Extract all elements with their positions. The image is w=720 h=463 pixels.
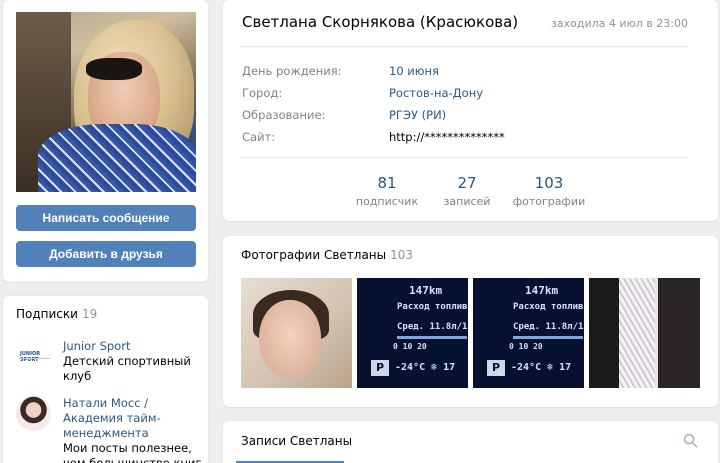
subscriptions-title: Подписки (16, 307, 78, 321)
counter-label: записей (443, 195, 491, 208)
send-message-button[interactable]: Написать сообщение (16, 205, 196, 231)
photos-header[interactable]: Фотографии Светланы 103 (241, 248, 413, 262)
dash-range: 147km (409, 284, 443, 297)
counter-number: 103 (534, 174, 564, 192)
junior-sport-logo[interactable]: JUNIOR SPORT (16, 339, 51, 374)
subscription-text: Натали Мосс / Академия тайм-менеджмента … (63, 396, 203, 463)
divider (241, 157, 688, 158)
info-label: Город: (242, 86, 283, 100)
avatar[interactable] (16, 396, 51, 431)
dash-bar (397, 336, 467, 339)
subscription-item[interactable]: Натали Мосс / Академия тайм-менеджмента … (16, 396, 201, 463)
dash-scale: 0 10 20 (509, 342, 543, 351)
photo-face (259, 300, 321, 378)
profile-info-card: Светлана Скорнякова (Красюкова) заходила… (223, 0, 718, 221)
photos-count: 103 (390, 248, 414, 262)
junior-sport-logo-text: JUNIOR SPORT (20, 351, 41, 363)
info-label: Образование: (242, 108, 326, 122)
photos-block: Фотографии Светланы 103 147km Расход топл… (223, 236, 718, 407)
photos-title: Фотографии Светланы (241, 248, 387, 262)
photo-thumbnail[interactable]: 147km Расход топлива Сред. 11.8л/100 0 1… (473, 278, 584, 388)
info-value[interactable]: РГЭУ (РИ) (389, 108, 446, 122)
photo-sunglasses (86, 58, 142, 80)
dash-fuel-label: Расход топлива (513, 302, 584, 312)
dash-fuel-label: Расход топлива (397, 302, 468, 312)
dash-average: Сред. 11.8л/100 (513, 322, 584, 332)
avatar-card: Написать сообщение Добавить в друзья (3, 0, 208, 282)
info-value[interactable]: 10 июня (389, 64, 439, 78)
wall-block: Записи Светланы (223, 421, 718, 463)
subscription-name[interactable]: Натали Мосс / Академия тайм-менеджмента (63, 396, 203, 441)
photo-thumbnail[interactable]: 147km Расход топлива Сред. 11.8л/100 0 1… (357, 278, 468, 388)
info-label: День рождения: (242, 64, 342, 78)
subscription-name[interactable]: Junior Sport (63, 339, 203, 354)
logo-underline (18, 358, 50, 359)
counter-number: 27 (457, 174, 477, 192)
dash-temperature: -24°C ❄ 17 (511, 362, 572, 373)
dash-scale: 0 10 20 (393, 342, 427, 351)
dash-average: Сред. 11.8л/100 (397, 322, 468, 332)
photo-dress (38, 124, 196, 192)
subscriptions-header[interactable]: Подписки 19 (16, 307, 97, 321)
dash-range: 147km (525, 284, 559, 297)
subscription-text: Junior Sport Детский спортивный клуб (63, 339, 203, 384)
divider (241, 46, 688, 47)
counter-label: подписчик (355, 195, 419, 208)
counter-label: фотографии (512, 195, 586, 208)
subscription-item[interactable]: JUNIOR SPORT Junior Sport Детский спорти… (16, 339, 201, 384)
subscription-description: Детский спортивный клуб (63, 354, 191, 383)
dash-parking-icon: P (371, 360, 389, 376)
photo-lace-dress (619, 278, 655, 388)
search-icon[interactable] (683, 433, 698, 448)
dash-temperature: -24°C ❄ 17 (395, 362, 456, 373)
counter-number: 81 (377, 174, 397, 192)
counter-posts[interactable]: 27 записей (427, 174, 507, 208)
dash-parking-icon: P (487, 360, 505, 376)
counter-photos[interactable]: 103 фотографии (509, 174, 589, 208)
photo-thumbnail[interactable] (589, 278, 700, 388)
subscription-description: Мои посты полезнее, чем большинство книг (63, 441, 202, 463)
photo-thumbnail[interactable] (241, 278, 352, 388)
wall-tab-title[interactable]: Записи Светланы (241, 434, 352, 448)
info-value[interactable]: Ростов-на-Дону (389, 86, 483, 100)
profile-name: Светлана Скорнякова (Красюкова) (242, 13, 519, 31)
last-seen-status: заходила 4 июл в 23:00 (551, 17, 688, 30)
profile-photo[interactable] (16, 12, 196, 192)
add-friend-button[interactable]: Добавить в друзья (16, 241, 196, 267)
subscriptions-block: Подписки 19 JUNIOR SPORT Junior Sport Дет… (3, 296, 208, 463)
info-label: Сайт: (242, 130, 276, 144)
info-value[interactable]: http://************** (389, 130, 505, 144)
dash-bar (513, 336, 583, 339)
subscriptions-count: 19 (81, 307, 98, 321)
counter-followers[interactable]: 81 подписчик (347, 174, 427, 208)
